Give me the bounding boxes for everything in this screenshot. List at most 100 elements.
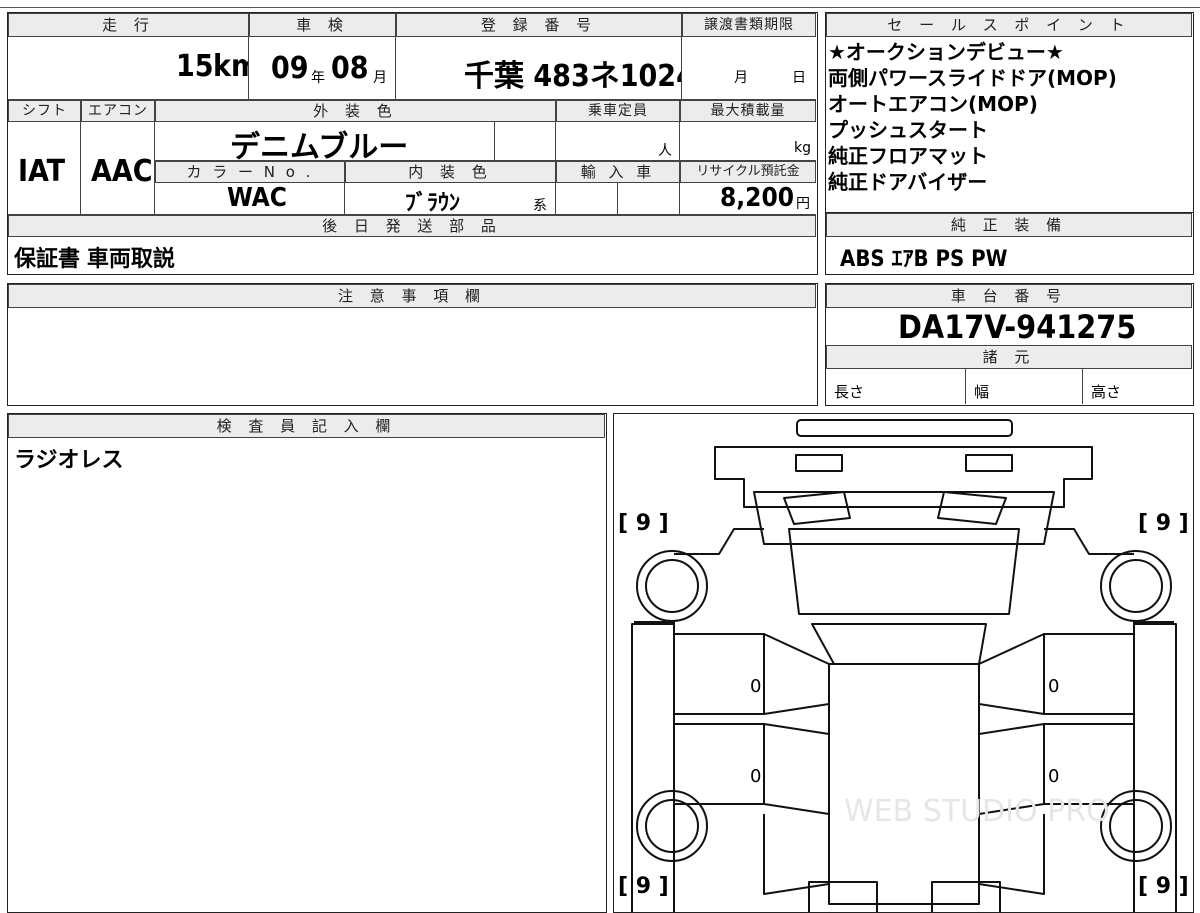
inspection-month: 08 [331,51,369,86]
right-rear-door-shape [1043,723,1134,805]
recycle-header: リサイクル預託金 [680,161,816,183]
sales-point-line: 両側パワースライドドア(MOP) [828,66,1117,90]
shift-value: IAT [18,154,66,189]
genuine-equipment-value: ABS ｴｱB PS PW [840,247,1008,272]
spec-height-cell: 高さ [1083,369,1192,404]
wheel-front-left-shape [636,550,708,622]
color-no-value: WAC [227,183,287,213]
running-value: 15 [176,49,214,84]
maxload-header: 最大積載量 [680,100,816,122]
chassis-value: DA17V-941275 [898,308,1137,346]
color-no-header: カ ラ ー N o . [155,161,345,183]
transfer-month-unit: 月 [734,70,748,86]
interior-cell: ﾌﾞﾗｳﾝ 系 [345,183,556,215]
door-mark-right-rear: 0 [1048,766,1060,787]
top-strip [0,0,1200,8]
chassis-header: 車 台 番 号 [826,284,1192,308]
exterior-cell: デニムブルー [155,122,495,161]
import-cell-a [556,183,618,215]
chassis-block: 車 台 番 号 DA17V-941275 諸 元 長さ 幅 高さ [825,283,1194,406]
door-mark-right-front: 0 [1048,676,1060,697]
registration-cell: 千葉 483ネ1024 [396,37,682,100]
front-panel-shape [714,446,1093,508]
sales-point-line: ★オークションデビュー★ [828,40,1064,64]
exterior-header: 外 装 色 [155,100,556,122]
corner-mark-rear-right: [ 9 ] [1138,874,1189,899]
left-front-door-shape [674,633,765,715]
right-front-door-shape [1043,633,1134,715]
later-parts-value: 保証書 車両取説 [14,247,175,272]
left-side-outline [634,621,675,912]
left-rear-door-shape [674,723,765,805]
genuine-equipment-header: 純 正 装 備 [826,213,1192,237]
recycle-unit: 円 [796,196,810,212]
running-unit: km [213,49,248,84]
spec-length-label: 長さ [834,383,865,401]
registration-value: 千葉 483ネ1024 [464,59,682,94]
inspector-value: ラジオレス [14,448,124,473]
color-no-cell: WAC [155,183,345,215]
spec-height-label: 高さ [1091,383,1122,401]
wheel-front-right-shape [1100,550,1172,622]
capacity-cell: 人 [556,122,680,161]
diagram-watermark: WEB STUDIO PRO [844,794,1110,829]
inspection-header: 車 検 [249,13,396,37]
aircon-header: エアコン [81,100,155,122]
running-cell: 15 km [8,37,249,100]
spec-width-label: 幅 [974,383,990,401]
car-diagram [631,419,1177,912]
sales-point-line: プッシュスタート [828,118,988,142]
wheel-rear-left-shape [636,790,708,862]
maxload-unit: kg [794,140,811,156]
headlight-right-shape [965,454,1013,472]
import-header: 輸 入 車 [556,161,680,183]
import-cell-b [618,183,680,215]
right-sill-shape [1133,623,1177,912]
wheel-rear-left-inner [645,799,699,853]
door-mark-left-rear: 0 [750,766,762,787]
recycle-value: 8,200 [720,183,794,213]
transfer-cell: 月 日 [682,37,816,100]
inspector-block: 検 査 員 記 入 欄 ラジオレス [7,413,607,913]
headlight-left-shape [795,454,843,472]
windshield-shape [788,528,1020,615]
aircon-cell: AAC [81,122,155,215]
wheel-front-left-inner [645,559,699,613]
later-parts-cell: 保証書 車両取説 [8,237,816,273]
sales-point-line: 純正フロアマット [828,144,988,168]
specs-header: 諸 元 [826,345,1192,369]
right-side-outline [1133,621,1174,912]
roof-front-shape [811,623,987,665]
corner-mark-front-right: [ 9 ] [1138,511,1189,536]
spec-width-cell: 幅 [966,369,1083,404]
door-mark-left-front: 0 [750,676,762,697]
sales-point-line: 純正ドアバイザー [828,170,988,194]
capacity-header: 乗車定員 [556,100,680,122]
sales-points-block: セ ー ル ス ポ イ ン ト ★オークションデビュー★ 両側パワースライドドア… [825,12,1194,213]
registration-header: 登 録 番 号 [396,13,682,37]
wheel-rear-right-inner [1109,799,1163,853]
left-pillar-lines [763,633,830,815]
interior-suffix: 系 [533,198,547,214]
wheel-front-right-inner [1109,559,1163,613]
inspection-year: 09 [271,51,309,86]
capacity-unit: 人 [658,143,672,159]
notes-block: 注 意 事 項 欄 [7,283,818,406]
aircon-value: AAC [91,154,153,189]
wheel-rear-right-shape [1100,790,1172,862]
inspection-year-unit: 年 [311,70,325,86]
recycle-cell: 8,200 円 [680,183,816,215]
left-sill-shape [631,623,675,912]
notes-header: 注 意 事 項 欄 [8,284,816,308]
shift-header: シフト [8,100,81,122]
running-header: 走 行 [8,13,249,37]
roof-shape [828,663,980,905]
later-parts-header: 後 日 発 送 部 品 [8,215,816,237]
rear-bumper-left-shape [808,881,878,912]
front-fender-lines [674,528,1134,555]
inspector-header: 検 査 員 記 入 欄 [8,414,605,438]
sales-points-header: セ ー ル ス ポ イ ン ト [826,13,1192,37]
spec-length-cell: 長さ [826,369,966,404]
genuine-equipment-block: 純 正 装 備 ABS ｴｱB PS PW [825,212,1194,275]
vehicle-info-block: 走 行 車 検 登 録 番 号 譲渡書類期限 15 km 09 年 08 月 千… [7,12,818,275]
